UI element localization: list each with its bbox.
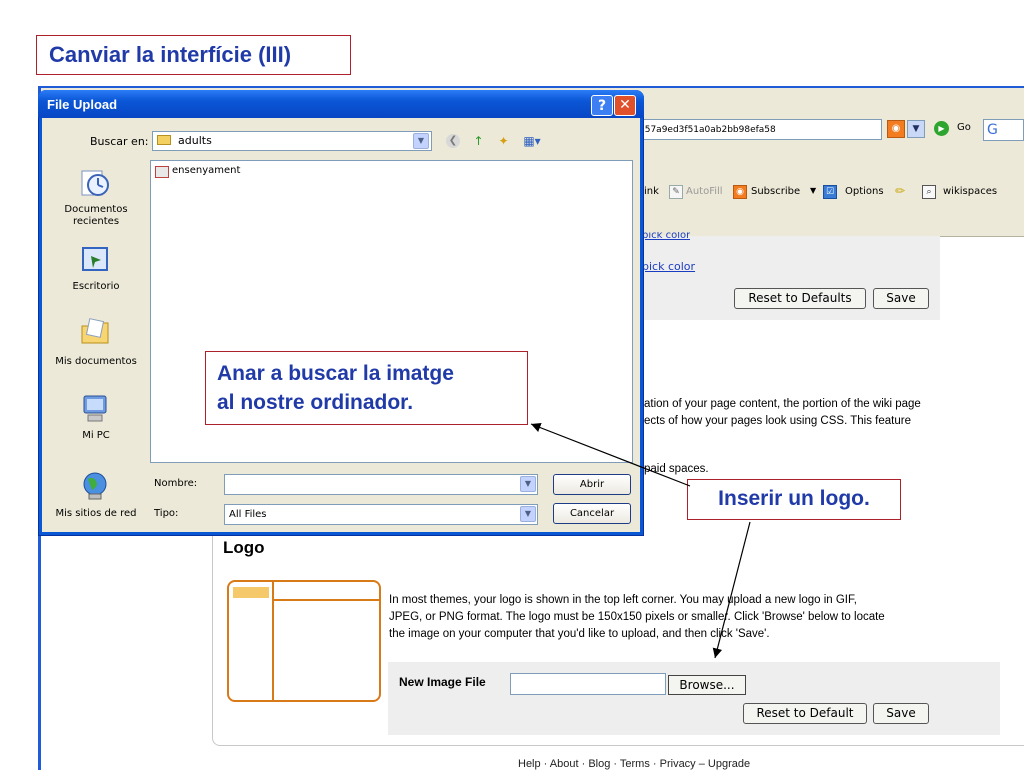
paid-spaces-note: paid spaces. [644,463,709,475]
logo-position-highlight [233,587,269,598]
place-my-computer[interactable]: Mi PC [46,430,146,441]
reset-to-default-button[interactable]: Reset to Default [743,703,867,724]
file-type-select[interactable]: All Files [224,504,538,525]
my-computer-icon[interactable] [79,393,111,425]
style-description-line-1: ation of your page content, the portion … [644,398,921,410]
wikispaces-icon: ⌕ [922,185,936,199]
network-places-icon[interactable] [79,470,111,502]
look-in-value: adults [178,134,212,147]
new-image-file-label: New Image File [399,675,486,689]
slide-title: Canviar la interfície (III) [36,35,351,75]
page-footer[interactable]: Help · About · Blog · Terms · Privacy – … [518,758,750,770]
place-recent-documents[interactable]: Documentos recientes [46,204,146,228]
autofill-button[interactable]: AutoFill [686,186,723,197]
file-type-label: Tipo: [154,508,179,519]
help-button[interactable]: ? [591,95,613,116]
logo-description-line-2: JPEG, or PNG format. The logo must be 15… [389,611,885,623]
file-name-dropdown-icon[interactable]: ▼ [520,476,536,492]
rss-feed-icon[interactable]: ◉ [887,120,905,138]
save-colors-button[interactable]: Save [873,288,929,309]
cancel-button[interactable]: Cancelar [553,503,631,524]
browse-button[interactable]: Browse... [668,675,746,695]
address-dropdown-icon[interactable]: ▼ [907,120,925,138]
look-in-label: Buscar en: [90,135,149,148]
recent-documents-icon[interactable] [79,166,111,198]
toolbar-link[interactable]: ink [644,186,659,197]
search-box[interactable]: G [983,119,1024,141]
place-my-documents[interactable]: Mis documentos [46,356,146,367]
image-file-input[interactable] [510,673,666,695]
subscribe-rss-icon: ◉ [733,185,747,199]
file-name-label: Nombre: [154,478,198,489]
open-button[interactable]: Abrir [553,474,631,495]
my-documents-icon[interactable] [79,316,111,348]
autofill-icon: ✎ [669,185,683,199]
dialog-title: File Upload [47,97,118,112]
new-folder-icon[interactable]: ✦ [495,133,512,149]
callout-browse-hint-line-1: Anar a buscar la imatge [217,362,454,385]
place-network[interactable]: Mis sitios de red [46,508,146,519]
go-button[interactable]: Go [957,122,971,133]
pick-color-link-partial[interactable]: pick color [642,232,690,241]
logo-description-line-1: In most themes, your logo is shown in th… [389,594,857,606]
options-button[interactable]: Options [845,186,884,197]
callout-browse-hint: Anar a buscar la imatge al nostre ordina… [205,351,528,425]
upload-panel [388,662,1000,735]
pick-color-link[interactable]: pick color [642,260,695,273]
callout-logo-hint: Inserir un logo. [687,479,901,520]
options-icon: ☑ [823,185,837,199]
callout-browse-hint-line-2: al nostre ordinador. [217,391,414,414]
place-desktop[interactable]: Escritorio [46,281,146,292]
wikispaces-button[interactable]: wikispaces [943,186,997,197]
subscribe-button[interactable]: Subscribe [751,186,800,197]
logo-description-line-3: the image on your computer that you'd li… [389,628,770,640]
close-button[interactable]: ✕ [614,95,636,116]
file-item[interactable]: ensenyament [172,165,240,176]
dialog-titlebar[interactable] [38,90,644,118]
subscribe-dropdown-icon[interactable]: ▼ [810,186,816,195]
reset-to-defaults-button[interactable]: Reset to Defaults [734,288,866,309]
file-icon[interactable] [155,166,169,178]
highlighter-icon[interactable]: ✏ [893,185,907,199]
up-folder-icon[interactable]: ↑ [470,133,487,149]
go-icon[interactable]: ▶ [934,121,949,136]
file-type-dropdown-icon[interactable]: ▼ [520,506,536,522]
save-logo-button[interactable]: Save [873,703,929,724]
address-bar[interactable]: 857a9ed3f51a0ab2bb98efa58 [632,119,882,140]
back-icon[interactable]: ❮ [446,134,460,148]
style-description-line-2: ects of how your pages look using CSS. T… [644,415,911,427]
look-in-dropdown-icon[interactable]: ▼ [413,133,429,149]
folder-icon [157,135,171,145]
desktop-icon[interactable] [79,244,111,276]
file-name-input[interactable] [224,474,538,495]
logo-preview-header-line [272,599,381,601]
logo-heading: Logo [223,538,265,557]
view-menu-icon[interactable]: ▦▾ [519,133,545,149]
